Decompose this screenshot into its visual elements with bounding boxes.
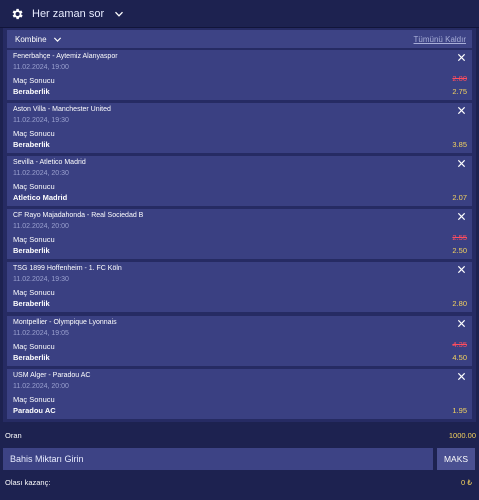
close-icon[interactable] — [457, 265, 466, 274]
bet-slip-panel: Kombine Tümünü Kaldır Fenerbahçe - Aytem… — [3, 28, 476, 422]
selection-name: Beraberlik — [13, 87, 50, 96]
match-date: 11.02.2024, 19:00 — [13, 64, 69, 71]
match-name: TSG 1899 Hoffenheim - 1. FC Köln — [13, 265, 122, 273]
odd-value: 2.07 — [452, 193, 467, 203]
close-icon[interactable] — [457, 159, 466, 168]
gear-icon — [10, 7, 24, 21]
bet-card: CF Rayo Majadahonda - Real Sociedad B 11.… — [7, 209, 472, 260]
previous-odd: 2.55 — [452, 233, 467, 243]
market-name: Maç Sonucu — [13, 182, 55, 192]
match-name: Fenerbahçe - Aytemiz Alanyaspor — [13, 53, 118, 60]
market-name: Maç Sonucu — [13, 76, 55, 85]
match-name: USM Alger - Paradou AC — [13, 371, 91, 379]
market-name: Maç Sonucu — [13, 129, 55, 139]
match-date: 11.02.2024, 19:05 — [13, 329, 69, 337]
close-icon[interactable] — [457, 319, 466, 328]
match-name: Sevilla - Atletico Madrid — [13, 159, 86, 167]
bet-card: Aston Villa - Manchester United 11.02.202… — [7, 103, 472, 154]
remove-all-link[interactable]: Tümünü Kaldır — [414, 35, 466, 44]
odd-value: 3.85 — [452, 140, 467, 150]
selection-name: Beraberlik — [13, 140, 50, 150]
selection-name: Paradou AC — [13, 405, 56, 415]
odd-value: 1.95 — [452, 405, 467, 415]
match-name: Aston Villa - Manchester United — [13, 106, 111, 114]
chevron-down-icon — [114, 9, 124, 19]
market-name: Maç Sonucu — [13, 288, 55, 298]
odd-value: 2.80 — [452, 299, 467, 309]
market-name: Maç Sonucu — [13, 394, 55, 404]
max-stake-button[interactable]: MAKS — [437, 448, 475, 470]
match-name: CF Rayo Majadahonda - Real Sociedad B — [13, 212, 144, 220]
bet-type-label[interactable]: Kombine — [15, 35, 47, 44]
selection-name: Beraberlik — [13, 299, 50, 309]
previous-odd: 2.80 — [452, 74, 467, 83]
match-date: 11.02.2024, 20:30 — [13, 170, 69, 178]
stake-input[interactable] — [3, 448, 433, 470]
bet-card: Sevilla - Atletico Madrid 11.02.2024, 20:… — [7, 156, 472, 207]
close-icon[interactable] — [457, 372, 466, 381]
possible-win-row: Olası kazanç: 0 ₺ — [3, 478, 476, 490]
odd-value: 4.50 — [452, 352, 467, 362]
selection-name: Beraberlik — [13, 352, 50, 362]
total-odds-label: Oran — [5, 431, 22, 440]
match-name: Montpellier - Olympique Lyonnais — [13, 318, 117, 326]
close-icon[interactable] — [457, 212, 466, 221]
possible-win-value: 0 ₺ — [460, 478, 472, 487]
match-date: 11.02.2024, 19:30 — [13, 276, 69, 284]
bet-card: Fenerbahçe - Aytemiz Alanyaspor 11.02.202… — [7, 50, 472, 100]
confirmation-mode-select[interactable]: Her zaman sor — [4, 2, 475, 26]
match-date: 11.02.2024, 20:00 — [13, 223, 69, 231]
chevron-down-icon[interactable] — [53, 35, 62, 44]
previous-odd: 4.35 — [452, 339, 467, 349]
bet-card: Montpellier - Olympique Lyonnais 11.02.20… — [7, 315, 472, 366]
close-icon[interactable] — [457, 53, 466, 62]
market-name: Maç Sonucu — [13, 235, 55, 245]
match-date: 11.02.2024, 20:00 — [13, 382, 69, 390]
odd-value: 2.75 — [452, 87, 467, 96]
odd-value: 2.50 — [452, 246, 467, 256]
total-odds-row: Oran 1000.00 — [3, 430, 476, 442]
bet-card: USM Alger - Paradou AC 11.02.2024, 20:00 M… — [7, 368, 472, 419]
bet-slip-header: Kombine Tümünü Kaldır — [7, 30, 472, 48]
market-name: Maç Sonucu — [13, 341, 55, 351]
total-odds-value: 1000.00 — [448, 431, 476, 440]
match-date: 11.02.2024, 19:30 — [13, 117, 69, 125]
bet-card: TSG 1899 Hoffenheim - 1. FC Köln 11.02.20… — [7, 262, 472, 313]
selection-name: Atletico Madrid — [13, 193, 68, 203]
selection-name: Beraberlik — [13, 246, 50, 256]
possible-win-label: Olası kazanç: — [5, 478, 51, 487]
confirmation-mode-label: Her zaman sor — [32, 8, 105, 20]
close-icon[interactable] — [457, 106, 466, 115]
